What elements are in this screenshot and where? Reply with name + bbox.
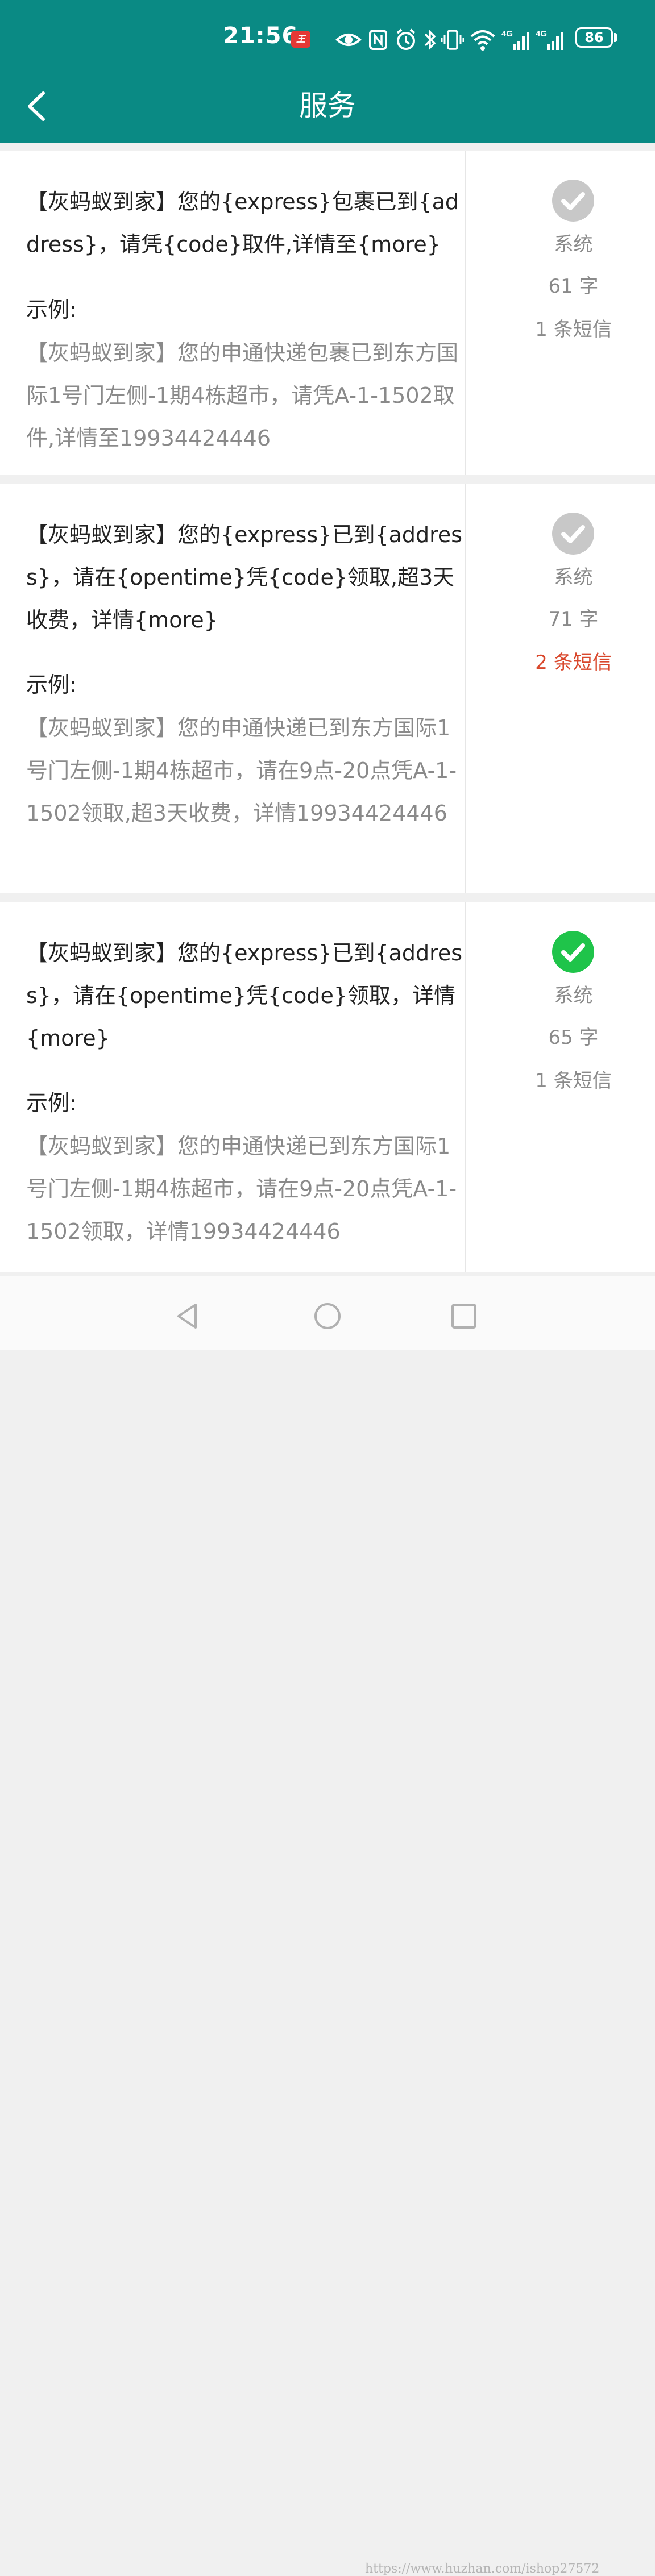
template-text: 【灰蚂蚁到家】您的{express}已到{address}，请在{opentim… <box>26 522 463 632</box>
template-text: 【灰蚂蚁到家】您的{express}已到{address}，请在{opentim… <box>26 940 463 1051</box>
check-circle-icon[interactable] <box>552 513 594 555</box>
template-meta: 系统 65 字 1 条短信 <box>468 902 655 1272</box>
bluetooth-icon <box>424 29 436 51</box>
sms-count: 1 条短信 <box>535 1069 612 1092</box>
sms-count: 2 条短信 <box>535 651 612 674</box>
sms-count: 1 条短信 <box>535 318 612 341</box>
status-time: 21:56 <box>223 23 299 49</box>
eye-icon <box>335 34 362 46</box>
nav-recents-icon[interactable] <box>447 1299 481 1333</box>
svg-text:4G: 4G <box>501 29 513 39</box>
page-title: 服务 <box>299 89 356 122</box>
wifi-icon <box>470 30 495 51</box>
template-source: 系统 <box>554 566 593 589</box>
example-text: 【灰蚂蚁到家】您的申通快递已到东方国际1号门左侧-1期4栋超市，请在9点-20点… <box>26 1134 457 1244</box>
alarm-icon <box>396 28 416 50</box>
template-card[interactable]: 【灰蚂蚁到家】您的{express}已到{address}，请在{opentim… <box>0 902 655 1272</box>
char-count: 71 字 <box>548 608 599 631</box>
example-label: 示例: <box>26 1091 77 1116</box>
template-meta: 系统 61 字 1 条短信 <box>468 151 655 475</box>
signal-4g-icon-2: 4G <box>536 29 563 50</box>
example-text: 【灰蚂蚁到家】您的申通快递包裹已到东方国际1号门左侧-1期4栋超市，请凭A-1-… <box>26 340 459 451</box>
example-text: 【灰蚂蚁到家】您的申通快递已到东方国际1号门左侧-1期4栋超市，请在9点-20点… <box>26 715 457 826</box>
template-text: 【灰蚂蚁到家】您的{express}包裹已到{address}，请凭{code}… <box>26 189 459 257</box>
template-source: 系统 <box>554 233 593 256</box>
char-count: 61 字 <box>548 275 599 298</box>
nav-back-icon[interactable] <box>171 1299 205 1333</box>
char-count: 65 字 <box>548 1026 599 1049</box>
battery-icon: 86 <box>575 27 613 48</box>
template-content: 【灰蚂蚁到家】您的{express}已到{address}，请在{opentim… <box>0 484 466 893</box>
template-content: 【灰蚂蚁到家】您的{express}包裹已到{address}，请凭{code}… <box>0 151 466 475</box>
status-bar: 21:56 王 4G 4G 86 <box>0 17 655 60</box>
signal-4g-icon: 4G <box>501 29 529 50</box>
battery-tip <box>614 33 617 42</box>
nav-home-icon[interactable] <box>310 1299 345 1333</box>
check-circle-selected-icon[interactable] <box>552 931 594 973</box>
nfc-icon <box>369 30 387 50</box>
svg-text:4G: 4G <box>536 29 547 39</box>
example-label: 示例: <box>26 672 77 697</box>
check-circle-icon[interactable] <box>552 180 594 222</box>
template-source: 系统 <box>554 984 593 1007</box>
template-content: 【灰蚂蚁到家】您的{express}已到{address}，请在{opentim… <box>0 902 466 1272</box>
app-header: 21:56 王 4G 4G 86 服务 <box>0 0 655 143</box>
template-meta: 系统 71 字 2 条短信 <box>468 484 655 893</box>
example-label: 示例: <box>26 297 77 322</box>
template-card[interactable]: 【灰蚂蚁到家】您的{express}已到{address}，请在{opentim… <box>0 484 655 893</box>
notification-app-icon: 王 <box>291 31 310 48</box>
watermark: https://www.huzhan.com/ishop27572 <box>365 2562 600 2576</box>
vibrate-icon <box>441 30 464 50</box>
system-nav-bar: https://www.huzhan.com/ishop27572 <box>0 1276 655 2576</box>
template-card[interactable]: 【灰蚂蚁到家】您的{express}包裹已到{address}，请凭{code}… <box>0 151 655 475</box>
